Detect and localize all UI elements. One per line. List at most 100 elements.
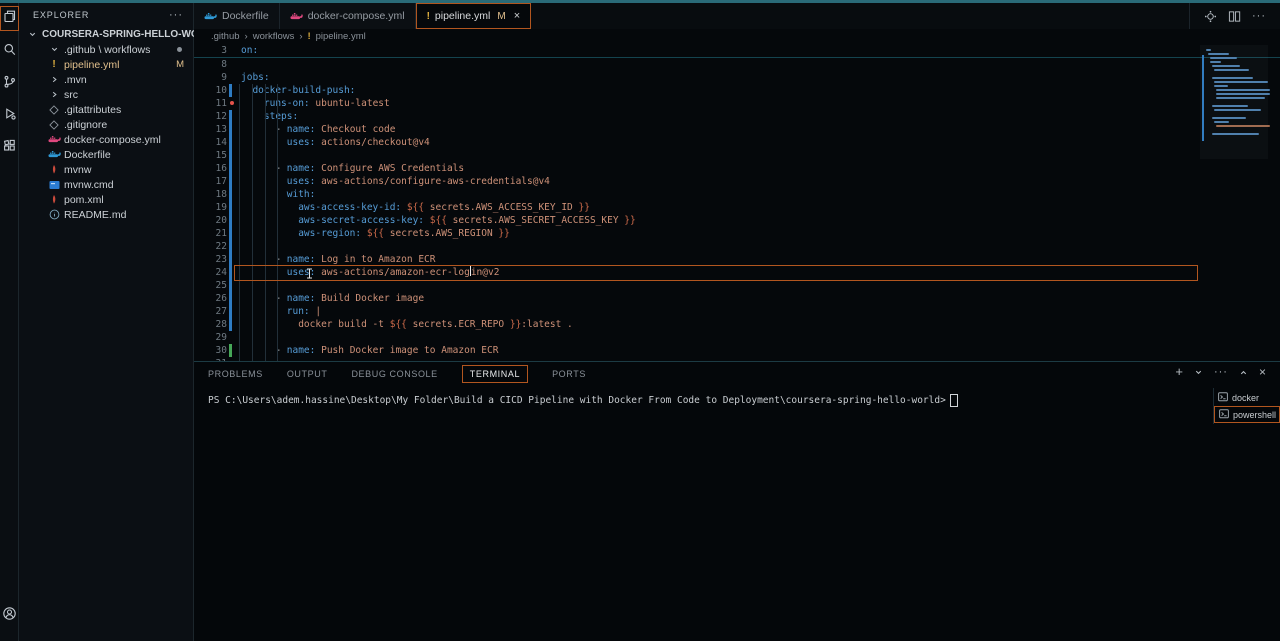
tree-item-mvnw[interactable]: mvnw xyxy=(19,162,193,177)
activity-account[interactable] xyxy=(1,604,18,627)
tree-item-root[interactable]: COURSERA-SPRING-HELLO-WORLD xyxy=(19,27,219,42)
activity-search[interactable] xyxy=(1,40,18,63)
code-text: docker-build-push: xyxy=(252,85,356,96)
gutter xyxy=(227,71,241,84)
git-gutter-mod xyxy=(229,84,232,97)
code-line-22[interactable]: 22 xyxy=(194,240,1280,253)
panel-tab-problems[interactable]: PROBLEMS xyxy=(208,369,263,379)
activity-source-control[interactable] xyxy=(1,72,18,95)
tree-item-mvnw.cmd[interactable]: mvnw.cmd xyxy=(19,177,193,192)
terminal-icon xyxy=(1218,391,1228,404)
launch-profile-icon[interactable] xyxy=(1194,368,1203,377)
tab-docker-compose.yml[interactable]: docker-compose.yml xyxy=(279,3,416,29)
code-text: - name: Configure AWS Credentials xyxy=(241,163,465,174)
code-line-30[interactable]: 30 - name: Push Docker image to Amazon E… xyxy=(194,344,1280,357)
gutter xyxy=(227,318,241,331)
line-number: 13 xyxy=(215,124,227,135)
activity-extensions[interactable] xyxy=(1,136,18,159)
code-line-9[interactable]: 9 jobs: xyxy=(194,71,1280,84)
tab-dockerfile[interactable]: Dockerfile xyxy=(194,3,280,29)
tab-pipeline.yml[interactable]: ! pipeline.yml M × xyxy=(415,3,532,29)
gutter xyxy=(227,175,241,188)
code-editor[interactable]: 8 9 jobs: 10 docker-build-push: 11 runs-on: … xyxy=(194,58,1280,362)
more-actions-icon[interactable]: ··· xyxy=(1252,11,1266,22)
code-line-11[interactable]: 11 runs-on: ubuntu-latest xyxy=(194,97,1280,110)
tree-item-label: docker-compose.yml xyxy=(64,133,161,146)
code-line-28[interactable]: 28 docker build -t ${{ secrets.ECR_REPO … xyxy=(194,318,1280,331)
tree-item-dockerfile[interactable]: Dockerfile xyxy=(19,147,193,162)
code-line-20[interactable]: 20 aws-secret-access-key: ${{ secrets.AW… xyxy=(194,214,1280,227)
split-editor-icon[interactable] xyxy=(1228,10,1241,23)
code-line-27[interactable]: 27 run: | xyxy=(194,305,1280,318)
minimap[interactable] xyxy=(1200,45,1270,159)
tree-item-pom.xml[interactable]: pom.xml xyxy=(19,192,193,207)
gutter xyxy=(227,292,241,305)
terminal-item-docker[interactable]: docker xyxy=(1214,390,1280,405)
indent-guide xyxy=(265,84,266,362)
git-diamond-icon xyxy=(47,119,61,130)
code-line-10[interactable]: 10 docker-build-push: xyxy=(194,84,1280,97)
chevron-down-icon xyxy=(25,30,39,39)
info-icon xyxy=(47,209,61,220)
code-line-8[interactable]: 8 xyxy=(194,58,1280,71)
tree-item-src[interactable]: src xyxy=(19,87,193,102)
gutter xyxy=(227,110,241,123)
code-line-16[interactable]: 16 - name: Configure AWS Credentials xyxy=(194,162,1280,175)
tab-close-icon[interactable]: × xyxy=(514,10,520,22)
line-number: 29 xyxy=(215,332,227,343)
tree-item-readme.md[interactable]: README.md xyxy=(19,207,193,222)
gutter xyxy=(227,188,241,201)
minimap-slider[interactable] xyxy=(1200,45,1268,159)
maximize-panel-icon[interactable] xyxy=(1239,368,1248,377)
account-icon xyxy=(2,606,17,626)
activity-files[interactable] xyxy=(0,6,19,31)
breadcrumb[interactable]: .github › workflows ›! pipeline.yml xyxy=(194,29,1280,43)
terminal-output[interactable]: PS C:\Users\adem.hassine\Desktop\My Fold… xyxy=(208,394,1208,407)
explorer-more-actions-icon[interactable]: ··· xyxy=(169,10,183,21)
tree-item-label: Dockerfile xyxy=(64,148,111,161)
breadcrumb-separator: › xyxy=(299,30,303,42)
gutter xyxy=(227,162,241,175)
tree-item-docker-compose.yml[interactable]: docker-compose.yml xyxy=(19,132,193,147)
code-line-14[interactable]: 14 uses: actions/checkout@v4 xyxy=(194,136,1280,149)
more-actions-icon[interactable]: ··· xyxy=(1214,367,1228,378)
bottom-panel: PROBLEMS OUTPUT DEBUG CONSOLE TERMINAL PORTS… xyxy=(194,361,1280,641)
gutter xyxy=(227,58,241,71)
code-line-3[interactable]: 3 on: xyxy=(194,44,258,57)
code-line-19[interactable]: 19 aws-access-key-id: ${{ secrets.AWS_AC… xyxy=(194,201,1280,214)
code-line-12[interactable]: 12 steps: xyxy=(194,110,1280,123)
code-line-17[interactable]: 17 uses: aws-actions/configure-aws-crede… xyxy=(194,175,1280,188)
tree-item-label: README.md xyxy=(64,208,127,221)
line-number: 26 xyxy=(215,293,227,304)
tree-item-.gitignore[interactable]: .gitignore xyxy=(19,117,193,132)
panel-tab-debug-console[interactable]: DEBUG CONSOLE xyxy=(351,369,437,379)
line-number: 14 xyxy=(215,137,227,148)
git-gutter-dot-red xyxy=(230,101,234,105)
panel-tab-output[interactable]: OUTPUT xyxy=(287,369,328,379)
new-terminal-icon[interactable]: + xyxy=(1175,365,1183,378)
breadcrumb-item[interactable]: pipeline.yml xyxy=(316,31,366,42)
sticky-scroll-line[interactable]: 3 on: xyxy=(194,43,1280,58)
code-line-13[interactable]: 13 - name: Checkout code xyxy=(194,123,1280,136)
tree-item-.mvn[interactable]: .mvn xyxy=(19,72,193,87)
close-panel-icon[interactable]: × xyxy=(1259,366,1266,378)
code-line-29[interactable]: 29 xyxy=(194,331,1280,344)
tree-item-.github-workflows[interactable]: .github \ workflows xyxy=(19,42,193,57)
tab-label: docker-compose.yml xyxy=(307,10,405,22)
code-line-26[interactable]: 26 - name: Build Docker image xyxy=(194,292,1280,305)
chevron-right-icon xyxy=(47,90,61,99)
tree-item-pipeline.yml[interactable]: ! pipeline.yml M xyxy=(19,57,193,72)
tree-item-.gitattributes[interactable]: .gitattributes xyxy=(19,102,193,117)
panel-actions: + ··· × xyxy=(1175,365,1266,378)
code-line-18[interactable]: 18 with: xyxy=(194,188,1280,201)
activity-run-debug[interactable] xyxy=(1,104,18,127)
panel-tab-terminal[interactable]: TERMINAL xyxy=(461,365,529,383)
breadcrumb-item[interactable]: .github xyxy=(211,31,240,42)
git-gutter-mod xyxy=(229,318,232,331)
open-changes-icon[interactable] xyxy=(1204,10,1217,23)
code-line-15[interactable]: 15 xyxy=(194,149,1280,162)
code-line-21[interactable]: 21 aws-region: ${{ secrets.AWS_REGION }} xyxy=(194,227,1280,240)
breadcrumb-item[interactable]: workflows xyxy=(253,31,295,42)
terminal-item-powershell[interactable]: powershell xyxy=(1214,406,1280,423)
panel-tab-ports[interactable]: PORTS xyxy=(552,369,586,379)
